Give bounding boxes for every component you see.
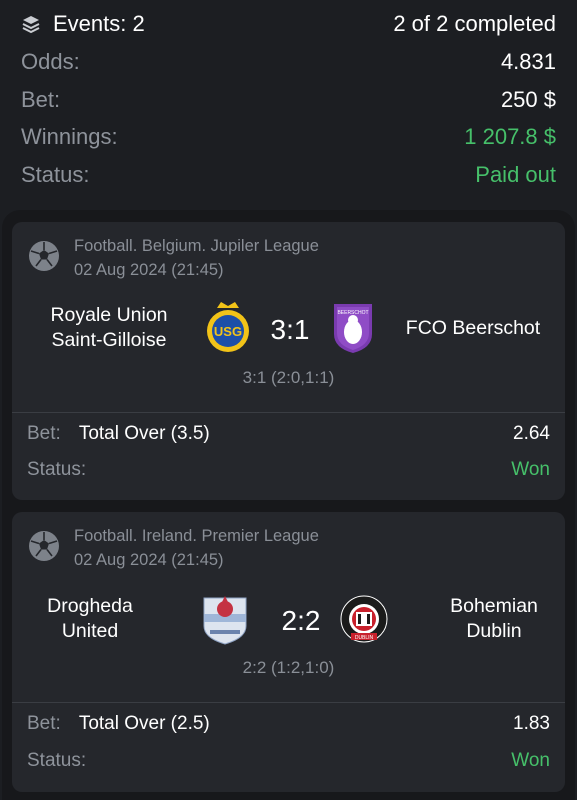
winnings-label: Winnings: [21,124,118,149]
bohemian-logo-text: DUBLIN [355,635,374,641]
divider [12,412,565,413]
odds-value: 4.831 [500,49,556,74]
bet-row: Bet: 250 $ [21,84,556,116]
status-badge: Won [511,750,550,771]
status-label: Status: [21,162,90,187]
winnings-value: 1 207.8 $ [464,124,556,149]
beerschot-logo: BEERSCHOT [334,304,372,353]
score-detail: 2:2 (1:2,1:0) [242,658,335,677]
events-count: Events: 2 [53,11,145,36]
status-line: Status: Won [27,456,550,484]
bet-value: 250 $ [500,87,556,112]
away-team: FCO Beerschot [405,317,541,339]
bet-line: Bet: Total Over (2.5) 1.83 [27,710,550,738]
home-team: Royale Union Saint-Gilloise [50,304,168,351]
status-value: Paid out [475,162,556,187]
league-name: Football. Belgium. Jupiler League [74,237,319,255]
bet-line: Bet: Total Over (3.5) 2.64 [27,420,550,448]
winnings-row: Winnings: 1 207.8 $ [21,121,556,153]
event-card[interactable]: Football. Belgium. Jupiler League 02 Aug… [12,222,565,500]
score-detail: 3:1 (2:0,1:1) [242,368,335,387]
drogheda-united-logo [203,596,247,645]
divider [12,702,565,703]
completed-count: 2 of 2 completed [393,11,556,36]
bet-label: Bet: [27,423,61,444]
status-row: Status: Paid out [21,159,556,191]
union-saint-gilloise-logo: USG [207,302,249,352]
status-label: Status: [27,750,87,771]
events-row: Events: 2 2 of 2 completed [21,8,556,40]
bohemian-dublin-logo: DUBLIN [340,595,388,643]
bet-summary: Events: 2 2 of 2 completed Odds: 4.831 B… [0,0,577,210]
home-team: Drogheda United [47,595,133,642]
away-team: Bohemian Dublin [450,595,538,642]
status-line: Status: Won [27,747,550,775]
odds-label: Odds: [21,49,80,74]
odds-row: Odds: 4.831 [21,46,556,78]
score: 3:1 [270,314,310,345]
football-icon [29,531,59,561]
bet-label: Bet: [21,87,61,112]
bet-label: Bet: [27,713,61,734]
bet-odds: 2.64 [513,423,550,444]
layers-icon [22,16,40,34]
league-name: Football. Ireland. Premier League [74,527,319,545]
usg-logo-text: USG [214,324,242,339]
bet-odds: 1.83 [513,713,550,734]
score: 2:2 [281,605,321,636]
bet-type: Total Over (2.5) [78,713,210,734]
football-icon [29,241,59,271]
bet-type: Total Over (3.5) [78,423,210,444]
event-date: 02 Aug 2024 (21:45) [74,261,224,279]
status-label: Status: [27,459,87,480]
status-badge: Won [511,459,550,480]
event-card[interactable]: Football. Ireland. Premier League 02 Aug… [12,512,565,792]
event-date: 02 Aug 2024 (21:45) [74,551,224,569]
